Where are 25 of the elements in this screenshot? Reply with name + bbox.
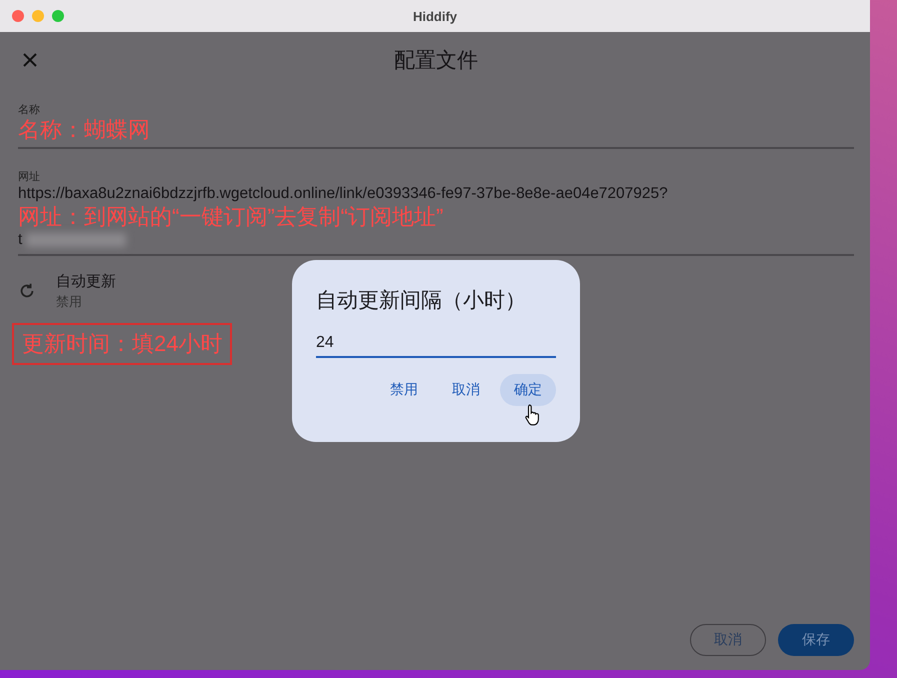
window-title: Hiddify (412, 8, 458, 24)
dialog-title: 自动更新间隔（小时） (316, 288, 527, 314)
annotation-text: 网址：到网站的“一键订阅”去复制“订阅地址” (18, 204, 444, 230)
close-icon[interactable] (22, 52, 38, 68)
field-label: 名称 (18, 103, 41, 117)
page-title: 配置文件 (394, 48, 478, 74)
field-value: t (18, 231, 22, 249)
save-button[interactable]: 保存 (778, 624, 854, 656)
annotation-text: 更新时间：填24小时 (22, 331, 222, 356)
hand-cursor-icon (524, 402, 542, 426)
setting-value: 禁用 (56, 293, 83, 311)
text-field[interactable]: 名称 名称：蝴蝶网 (18, 88, 854, 149)
dialog-button[interactable]: 取消 (438, 374, 494, 406)
dialog-button[interactable]: 禁用 (376, 374, 432, 406)
text-field[interactable]: 网址 https://baxa8u2znai6bdzzjrfb.wgetcloud.online/link/e0393346-fe97-37be-8e8e-ae04e7207925? 网址：到网站的“一键订阅”去复制“订阅地址” t (18, 155, 854, 256)
dialog-button[interactable]: 确定 (500, 374, 556, 406)
refresh-icon (18, 282, 36, 300)
field-value: https://baxa8u2znai6bdzzjrfb.wgetcloud.online/link/e0393346-fe97-37be-8e8e-ae04e7207925? (18, 185, 668, 203)
close-window-icon[interactable] (12, 10, 24, 22)
input-field[interactable]: 24 (316, 334, 556, 358)
minimize-window-icon[interactable] (32, 10, 44, 22)
annotation-text: 名称：蝴蝶网 (18, 117, 150, 143)
zoom-window-icon[interactable] (52, 10, 64, 22)
setting-title: 自动更新 (56, 272, 116, 291)
field-label: 网址 (18, 170, 41, 184)
